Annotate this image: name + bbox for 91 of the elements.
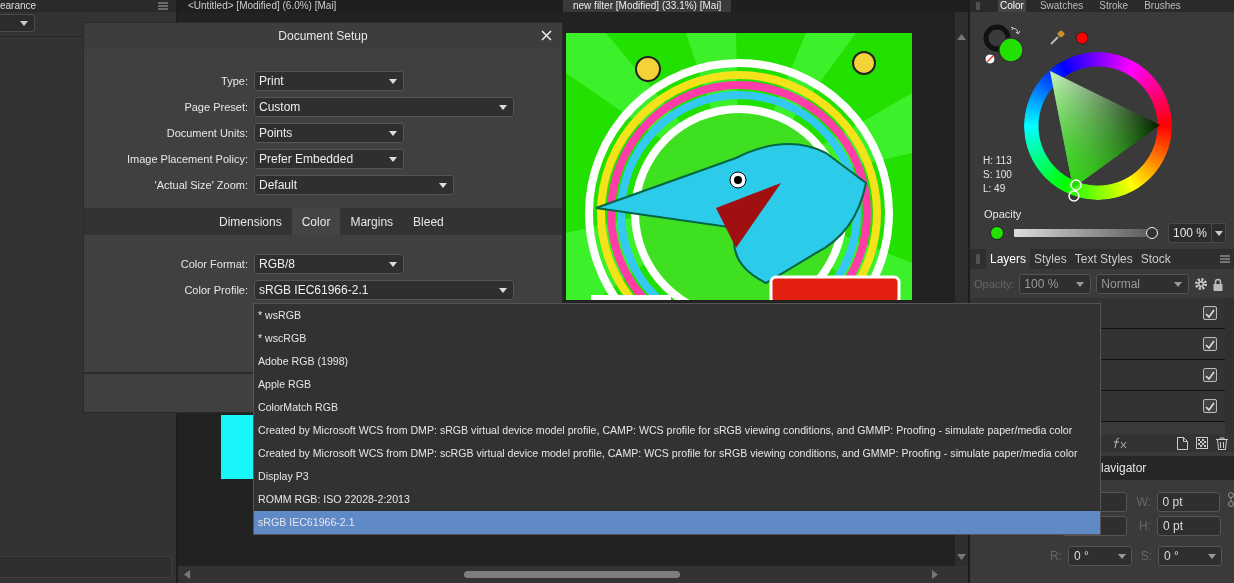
menu-icon[interactable] — [1220, 255, 1230, 263]
scroll-right-icon[interactable] — [932, 570, 938, 579]
color-swatch-icon[interactable] — [990, 226, 1004, 240]
caret-icon — [20, 20, 28, 26]
dropdown[interactable]: Prefer Embedded — [254, 149, 404, 169]
panel-tab[interactable]: Layers — [986, 249, 1031, 269]
caret-icon — [1214, 230, 1223, 236]
dropdown-option[interactable]: Adobe RGB (1998) — [254, 350, 1100, 373]
close-icon[interactable] — [541, 30, 552, 41]
panel-tab[interactable]: Brushes — [1142, 0, 1183, 12]
lock-icon[interactable] — [1213, 277, 1224, 291]
hsl-readout: H: 113 — [983, 154, 1013, 168]
panel-tab[interactable]: Swatches — [1037, 0, 1086, 12]
caret-icon — [389, 78, 397, 84]
color-triangle[interactable] — [1048, 69, 1162, 203]
input-field[interactable]: 0 pt — [1157, 516, 1221, 536]
panel-tab[interactable]: lavigator — [1101, 461, 1147, 475]
field-label: Type: — [221, 75, 248, 87]
field-label: Color Profile: — [184, 284, 248, 296]
angle-dropdown[interactable]: 0 ° — [1068, 546, 1132, 566]
caret-icon — [1076, 281, 1085, 287]
caret-icon — [499, 287, 507, 293]
panel-tab[interactable]: Color — [998, 0, 1026, 12]
tab[interactable]: Dimensions — [209, 208, 292, 235]
settings-icon[interactable] — [1194, 277, 1209, 291]
document-tab[interactable]: new filter [Modified] (33.1%) [Mai] — [563, 0, 732, 12]
dropdown-option[interactable]: Created by Microsoft WCS from DMP: scRGB virtual device model profile, CAMP: WCS profile for sRGB viewing conditions, and GMMP: Proofing - simulate paper/media color — [254, 442, 1100, 465]
dropdown-option[interactable]: ColorMatch RGB — [254, 396, 1100, 419]
caret-icon — [389, 261, 397, 267]
grip-icon[interactable] — [976, 2, 980, 10]
panel-tab[interactable]: Stroke — [1097, 0, 1131, 12]
delete-icon[interactable] — [1216, 436, 1228, 450]
dropdown-option[interactable]: Display P3 — [254, 465, 1100, 488]
tab[interactable]: Bleed — [403, 208, 454, 235]
tab[interactable]: Color — [291, 208, 341, 235]
panel-tab[interactable]: Text Styles — [1070, 249, 1137, 269]
dropdown[interactable] — [0, 14, 35, 32]
visibility-checkbox[interactable] — [1203, 399, 1217, 413]
dropdown-option[interactable]: Created by Microsoft WCS from DMP: sRGB virtual device model profile, CAMP: WCS profile for sRGB viewing conditions, and GMMP: Proofing - simulate paper/media color — [254, 419, 1100, 442]
color-swatch-icon[interactable] — [1075, 31, 1089, 45]
opacity-slider[interactable] — [1014, 227, 1158, 239]
dropdown[interactable]: sRGB IEC61966-2.1 — [254, 280, 514, 300]
caret-icon — [439, 182, 447, 188]
dropdown-button[interactable] — [1212, 223, 1226, 243]
opacity-dropdown[interactable]: 100 % — [1019, 274, 1092, 294]
field-label: 'Actual Size' Zoom: — [154, 179, 248, 191]
dropdown[interactable]: RGB/8 — [254, 254, 404, 274]
scroll-up-icon[interactable] — [957, 34, 966, 40]
eyedropper-icon[interactable] — [1049, 30, 1065, 46]
opacity-field[interactable]: 100 % — [1168, 223, 1212, 243]
menu-icon[interactable] — [158, 2, 168, 10]
dropdown[interactable]: Print — [254, 71, 404, 91]
horizontal-scrollbar[interactable] — [178, 566, 968, 583]
effects-icon[interactable] — [1113, 437, 1127, 449]
scroll-left-icon[interactable] — [184, 570, 190, 579]
panel-tab[interactable]: Stock — [1136, 249, 1175, 269]
visibility-checkbox[interactable] — [1203, 306, 1217, 320]
field-label: Page Preset: — [184, 101, 248, 113]
dropdown-option[interactable]: ROMM RGB: ISO 22028-2:2013 — [254, 488, 1100, 511]
hsl-readout: S: 100 — [983, 168, 1013, 182]
field-label: Color Format: — [180, 258, 248, 270]
dropdown[interactable]: Custom — [254, 97, 514, 117]
visibility-checkbox[interactable] — [1203, 337, 1217, 351]
grip-icon[interactable] — [976, 254, 980, 264]
input-field[interactable]: 0 pt — [1156, 492, 1221, 512]
caret-icon — [499, 104, 507, 110]
hsl-readout: L: 49 — [983, 182, 1007, 196]
field-label: Document Units: — [166, 127, 248, 139]
field-label: Image Placement Policy: — [126, 153, 248, 165]
caret-icon — [1174, 281, 1183, 287]
opacity-label: Opacity — [984, 208, 1022, 220]
panel-tab[interactable]: Styles — [1030, 249, 1071, 269]
checkerboard-icon[interactable] — [1196, 437, 1208, 449]
scroll-down-icon[interactable] — [957, 554, 966, 560]
dropdown[interactable]: Default — [254, 175, 454, 195]
document-icon[interactable] — [1177, 436, 1188, 450]
dropdown-option[interactable]: Apple RGB — [254, 373, 1100, 396]
caret-icon — [389, 130, 397, 136]
dropdown-option[interactable]: * wscRGB — [254, 327, 1100, 350]
caret-icon — [1208, 553, 1216, 559]
caret-icon — [1118, 553, 1126, 559]
blend-mode-dropdown[interactable]: Normal — [1096, 274, 1190, 294]
visibility-checkbox[interactable] — [1203, 368, 1217, 382]
dropdown-option[interactable]: * wsRGB — [254, 304, 1100, 327]
angle-dropdown[interactable]: 0 ° — [1158, 546, 1222, 566]
tab[interactable]: Margins — [340, 208, 404, 235]
dropdown[interactable]: Points — [254, 123, 404, 143]
document-tab[interactable]: <Untitled> [Modified] (6.0%) [Mai] — [178, 0, 563, 12]
caret-icon — [389, 156, 397, 162]
shape-rectangle — [221, 415, 253, 479]
dialog-title: Document Setup — [278, 29, 368, 43]
